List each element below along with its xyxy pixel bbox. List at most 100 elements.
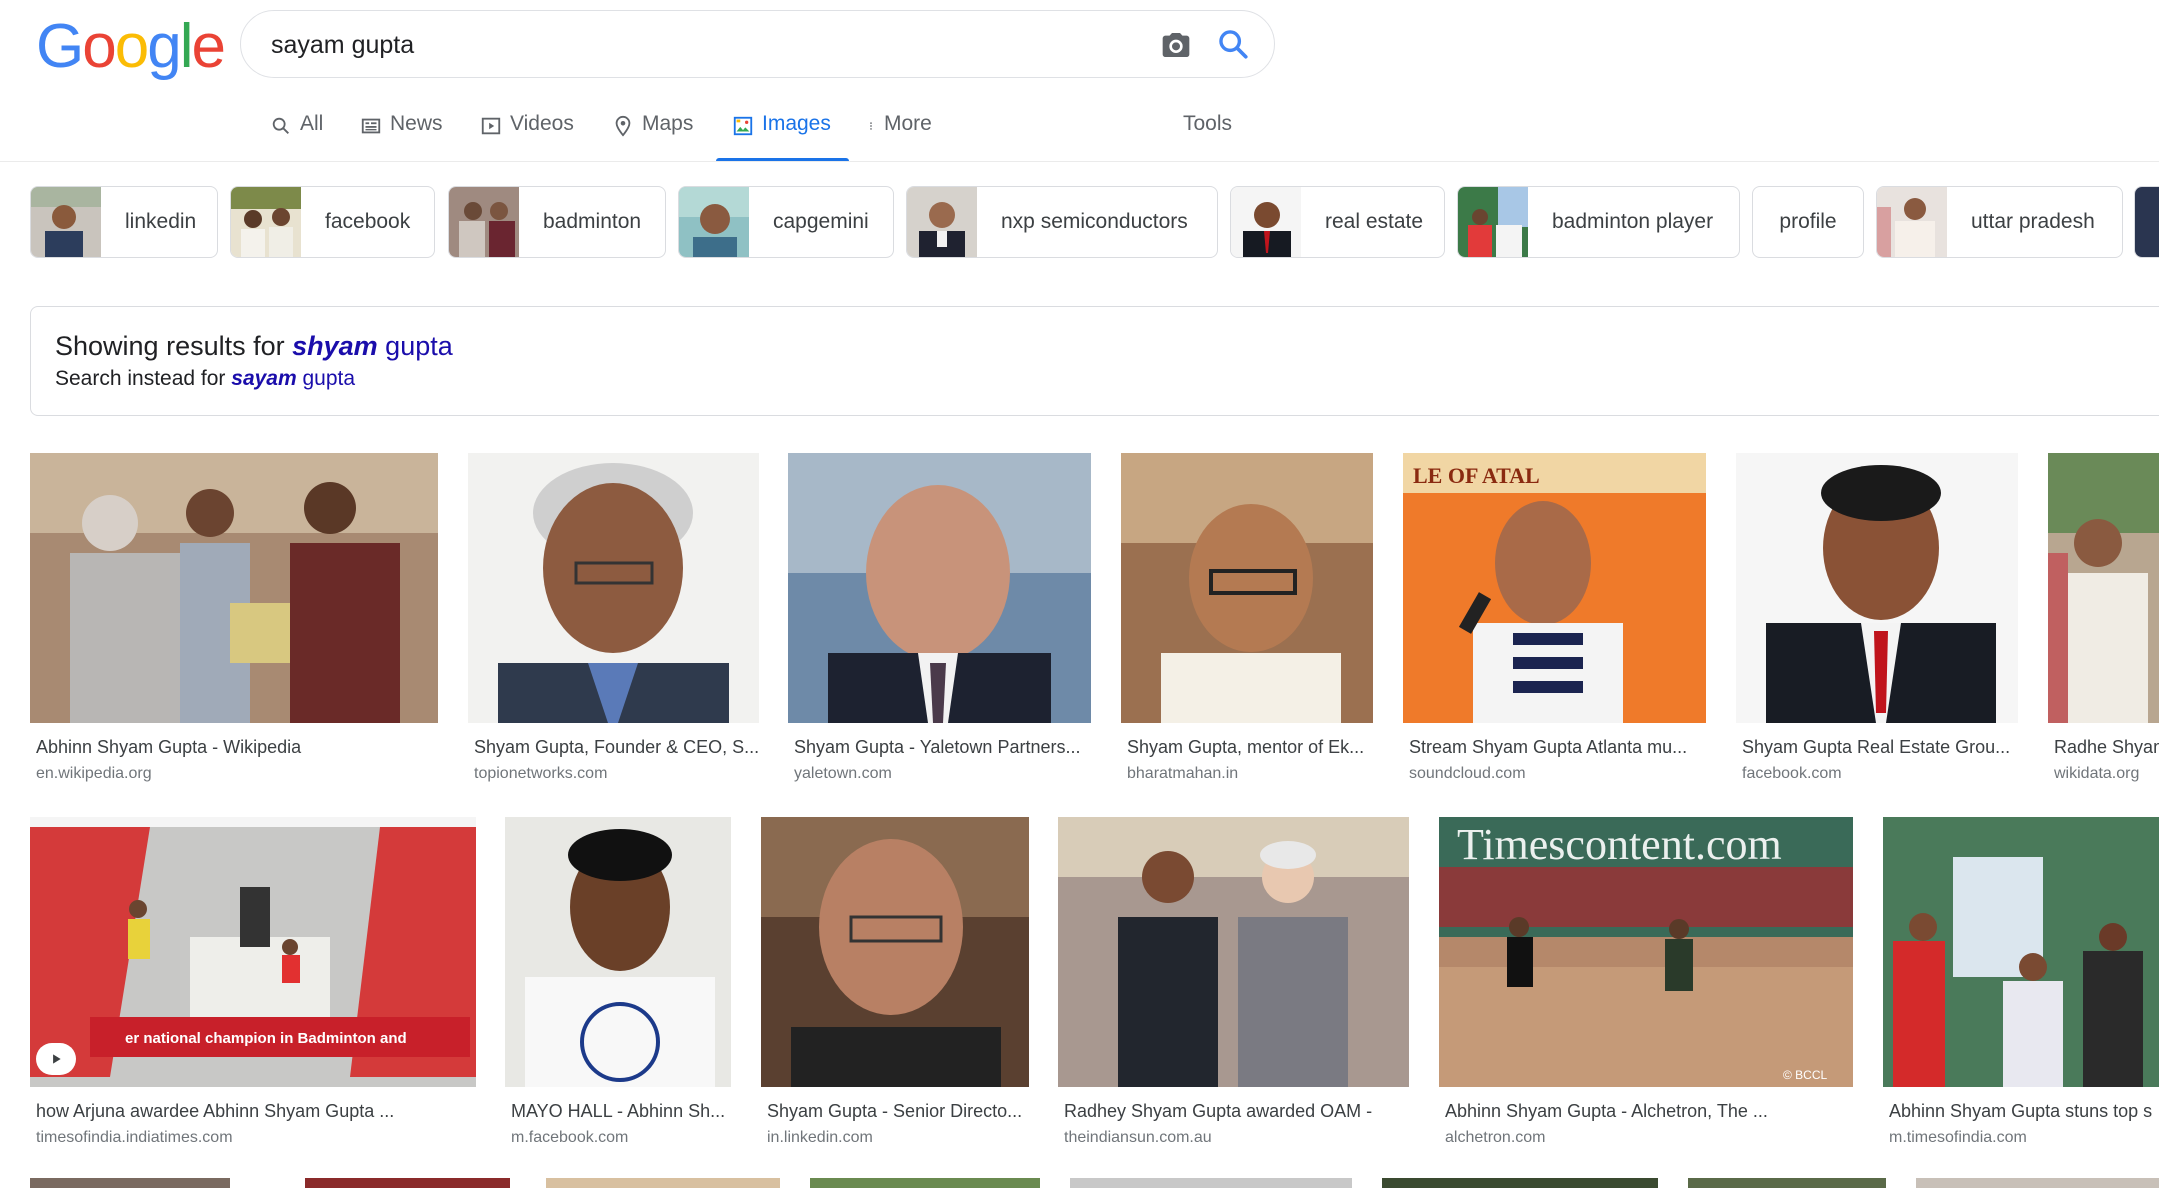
result-image[interactable] [30,453,438,723]
chip-profile[interactable]: profile [1752,186,1864,258]
play-icon [53,1054,61,1064]
result-image[interactable] [1883,817,2159,1087]
result-source[interactable]: en.wikipedia.org [36,765,152,783]
tab-videos[interactable]: Videos [480,112,574,162]
result-image[interactable] [761,817,1029,1087]
result-source[interactable]: bharatmahan.in [1127,765,1238,783]
result-title[interactable]: how Arjuna awardee Abhinn Shyam Gupta ..… [36,1101,476,1122]
tab-maps[interactable]: Maps [612,112,693,162]
original-query-link[interactable]: sayam gupta [231,367,355,390]
chip-label: real estate [1325,210,1424,233]
result-source[interactable]: m.timesofindia.com [1889,1129,2027,1147]
partial-image-result[interactable] [1688,1178,1886,1188]
chip-linkedin[interactable]: linkedin [30,186,218,258]
result-image[interactable]: LE OF ATAL [1403,453,1706,723]
result-source[interactable]: alchetron.com [1445,1129,1546,1147]
chip-thumbnail [1458,187,1528,257]
search-input[interactable]: sayam gupta [271,31,414,60]
map-pin-icon [615,115,631,137]
watermark-text: Timescontent.com [1457,820,1782,869]
tab-label: Videos [510,112,574,135]
chip-label: capgemini [773,210,869,233]
result-source[interactable]: soundcloud.com [1409,765,1526,783]
partial-image-result[interactable] [1382,1178,1658,1188]
chip-thumbnail [679,187,749,257]
instead-prefix: Search instead for [55,367,232,390]
result-image[interactable] [2048,453,2159,723]
corrected-query-link[interactable]: shyam gupta [292,331,453,361]
result-source[interactable]: yaletown.com [794,765,892,783]
result-title[interactable]: Shyam Gupta - Senior Directo... [767,1101,1029,1122]
result-title[interactable]: Radhe Shyam [2054,737,2159,758]
chip-label: uttar pradesh [1971,210,2095,233]
chip-uttar-pradesh[interactable]: uttar pradesh [1876,186,2123,258]
search-box[interactable]: sayam gupta [240,10,1275,78]
chip-nxp-semiconductors[interactable]: nxp semiconductors [906,186,1218,258]
result-image[interactable] [505,817,731,1087]
result-image[interactable] [1058,817,1409,1087]
chip-label: profile [1779,210,1837,233]
chip-badminton[interactable]: badminton [448,186,666,258]
result-source[interactable]: timesofindia.indiatimes.com [36,1129,233,1147]
chip-thumbnail [231,187,301,257]
result-source[interactable]: in.linkedin.com [767,1129,873,1147]
partial-image-result[interactable] [305,1178,510,1188]
logo-letter: g [147,12,182,81]
chip-capgemini[interactable]: capgemini [678,186,894,258]
tab-news[interactable]: News [360,112,443,162]
chip-facebook[interactable]: facebook [230,186,435,258]
result-source[interactable]: wikidata.org [2054,765,2139,783]
chip-label: badminton [543,210,642,233]
more-vert-icon [870,122,872,130]
partial-image-result[interactable] [1916,1178,2159,1188]
tab-images[interactable]: Images [732,112,831,162]
tab-label: Maps [642,112,694,135]
header-divider [0,161,2159,162]
chip-thumbnail [31,187,101,257]
tools-button[interactable]: Tools [1183,112,1232,162]
partial-image-result[interactable] [30,1178,230,1188]
chip-real-estate[interactable]: real estate [1230,186,1445,258]
result-title[interactable]: Shyam Gupta, Founder & CEO, S... [474,737,759,758]
result-image[interactable]: er national champion in Badminton and [30,817,476,1087]
result-title[interactable]: Shyam Gupta - Yaletown Partners... [794,737,1090,758]
result-title[interactable]: MAYO HALL - Abhinn Sh... [511,1101,731,1122]
google-logo[interactable]: Google [36,16,226,78]
result-title[interactable]: Shyam Gupta Real Estate Grou... [1742,737,2017,758]
play-button[interactable] [36,1043,76,1075]
original-word: sayam [231,367,297,390]
partial-image-result[interactable] [546,1178,780,1188]
result-source[interactable]: facebook.com [1742,765,1842,783]
result-image[interactable] [788,453,1091,723]
chip-thumbnail [1231,187,1301,257]
chip-label: badminton player [1552,210,1714,233]
result-title[interactable]: Shyam Gupta, mentor of Ek... [1127,737,1372,758]
chip-thumbnail [449,187,519,257]
result-source[interactable]: theindiansun.com.au [1064,1129,1212,1147]
logo-letter: o [114,12,150,81]
corrected-rest: gupta [377,331,453,361]
result-title[interactable]: Abhinn Shyam Gupta - Wikipedia [36,737,436,758]
partial-image-result[interactable] [1070,1178,1352,1188]
tab-more[interactable]: More [866,112,932,162]
result-title[interactable]: Abhinn Shyam Gupta stuns top s [1889,1101,2159,1122]
result-image[interactable] [468,453,759,723]
result-title[interactable]: Abhinn Shyam Gupta - Alchetron, The ... [1445,1101,1853,1122]
play-icon [481,117,501,135]
result-image[interactable] [1121,453,1373,723]
result-image[interactable]: Timescontent.com © BCCL [1439,817,1853,1087]
tab-label: News [390,112,443,135]
result-source[interactable]: m.facebook.com [511,1129,628,1147]
result-title[interactable]: Stream Shyam Gupta Atlanta mu... [1409,737,1705,758]
chip-badminton-player[interactable]: badminton player [1457,186,1740,258]
result-source[interactable]: topionetworks.com [474,765,607,783]
search-icon[interactable] [1216,27,1250,61]
result-title[interactable]: Radhey Shyam Gupta awarded OAM - [1064,1101,1409,1122]
result-image[interactable] [1736,453,2018,723]
camera-icon[interactable] [1160,29,1192,61]
partial-image-result[interactable] [810,1178,1040,1188]
chip-partial[interactable] [2134,186,2159,258]
tab-all[interactable]: All [270,112,323,162]
search-instead-line: Search instead for sayam gupta [55,367,355,391]
copyright-watermark: © BCCL [1783,1068,1828,1082]
